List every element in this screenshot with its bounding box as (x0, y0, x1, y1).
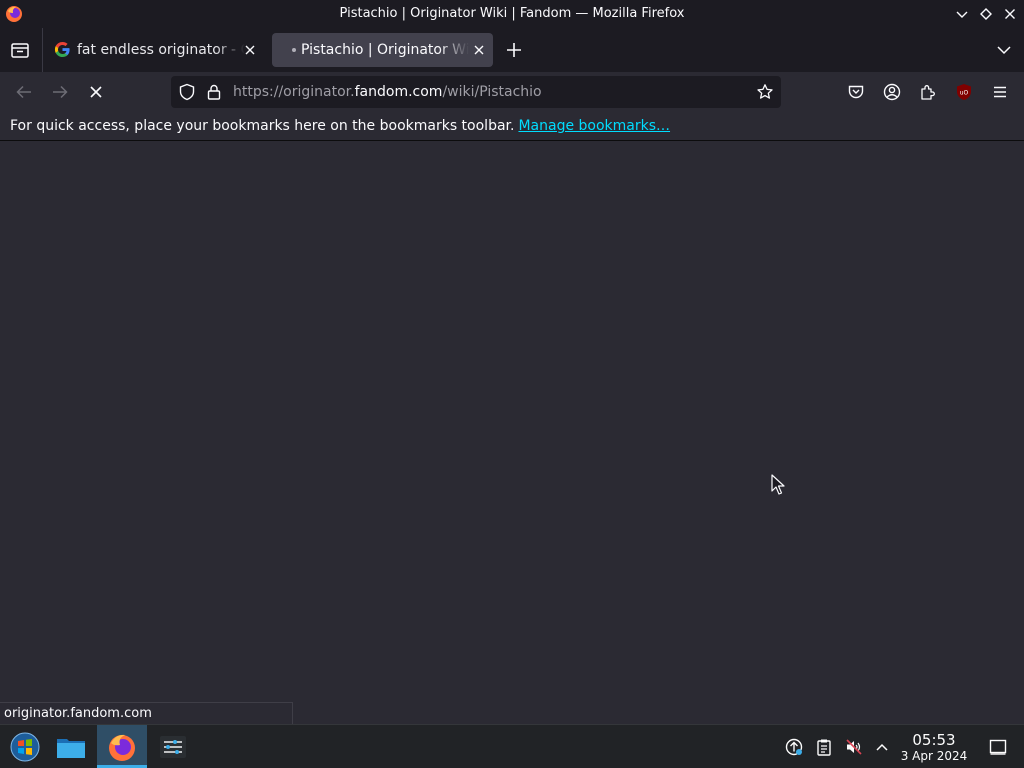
show-hidden-icons-chevron-up-icon[interactable] (872, 737, 892, 757)
tab-pistachio[interactable]: Pistachio | Originator Wiki | Fandom (272, 33, 493, 67)
stop-loading-button[interactable] (86, 82, 106, 102)
pocket-icon (848, 85, 864, 99)
close-window-button[interactable] (1000, 4, 1020, 24)
window-titlebar: Pistachio | Originator Wiki | Fandom — M… (0, 0, 1024, 28)
ublock-origin-button[interactable]: uO (954, 82, 974, 102)
clock-time: 05:53 (912, 731, 956, 749)
app-menu-button[interactable] (990, 82, 1010, 102)
tab-strip: fat endless originator - Google Search P… (0, 28, 1024, 72)
sliders-icon (160, 736, 186, 758)
tab-close-icon[interactable] (242, 42, 258, 58)
arrow-right-icon (53, 85, 68, 99)
window-title: Pistachio | Originator Wiki | Fandom — M… (339, 6, 685, 21)
arrow-left-icon (16, 85, 31, 99)
hamburger-menu-icon (994, 86, 1006, 98)
plus-icon (507, 43, 521, 57)
tab-label: fat endless originator - Google Search (77, 42, 245, 58)
firefox-view-icon (11, 43, 29, 58)
firefox-view-button[interactable] (8, 38, 32, 62)
google-icon (54, 41, 71, 58)
tab-label: Pistachio | Originator Wiki | Fandom (301, 42, 469, 58)
minimize-button[interactable] (952, 4, 972, 24)
url-bar[interactable]: https://originator.fandom.com/wiki/Pista… (171, 76, 781, 108)
url-path: /wiki/Pistachio (442, 84, 542, 100)
url-text[interactable]: https://originator.fandom.com/wiki/Pista… (233, 76, 542, 108)
url-scheme: https://originator. (233, 84, 355, 100)
clock-date: 3 Apr 2024 (900, 749, 968, 763)
system-settings-button[interactable] (148, 725, 198, 768)
tab-google-search[interactable]: fat endless originator - Google Search (48, 33, 264, 67)
pocket-button[interactable] (846, 82, 866, 102)
show-desktop-button[interactable] (988, 737, 1008, 757)
close-icon (90, 86, 102, 98)
puzzle-icon (921, 85, 935, 100)
desktop-icon (989, 739, 1007, 755)
chevron-down-icon (997, 46, 1011, 55)
new-tab-button[interactable] (504, 40, 524, 60)
lock-icon[interactable] (205, 83, 223, 101)
volume-muted-tray-icon[interactable] (844, 737, 864, 757)
manage-bookmarks-link[interactable]: Manage bookmarks… (518, 118, 670, 134)
taskbar: 05:53 3 Apr 2024 (0, 724, 1024, 768)
firefox-icon (109, 734, 135, 761)
bookmarks-empty-message: For quick access, place your bookmarks h… (10, 118, 515, 134)
account-button[interactable] (882, 82, 902, 102)
bookmark-star-icon[interactable] (756, 83, 774, 101)
start-orb-icon (10, 732, 40, 762)
loading-dot-icon (292, 48, 296, 52)
clipboard-tray-icon[interactable] (814, 737, 834, 757)
folder-icon (57, 739, 85, 758)
bookmarks-toolbar-message: For quick access, place your bookmarks h… (10, 112, 670, 140)
digital-clock[interactable]: 05:53 3 Apr 2024 (898, 731, 970, 763)
tab-strip-divider (42, 28, 43, 72)
list-all-tabs-button[interactable] (994, 40, 1014, 60)
updates-tray-icon[interactable] (784, 737, 804, 757)
account-icon (883, 83, 901, 101)
back-button[interactable] (14, 82, 34, 102)
start-menu-button[interactable] (0, 725, 50, 768)
maximize-button[interactable] (976, 4, 996, 24)
extensions-button[interactable] (918, 82, 938, 102)
bookmarks-toolbar: For quick access, place your bookmarks h… (0, 112, 1024, 141)
page-content-area[interactable] (0, 142, 1024, 724)
taskbar-firefox-button[interactable] (97, 725, 147, 768)
forward-button[interactable] (50, 82, 70, 102)
ublock-icon: uO (957, 84, 971, 100)
url-host: fandom.com (354, 84, 443, 100)
tab-close-icon[interactable] (471, 42, 487, 58)
mouse-pointer-icon (771, 474, 785, 496)
navigation-toolbar: https://originator.fandom.com/wiki/Pista… (0, 72, 1024, 112)
file-manager-button[interactable] (46, 725, 96, 768)
status-panel: originator.fandom.com (0, 702, 293, 724)
tracking-protection-shield-icon[interactable] (178, 83, 196, 101)
svg-text:uO: uO (960, 90, 969, 97)
